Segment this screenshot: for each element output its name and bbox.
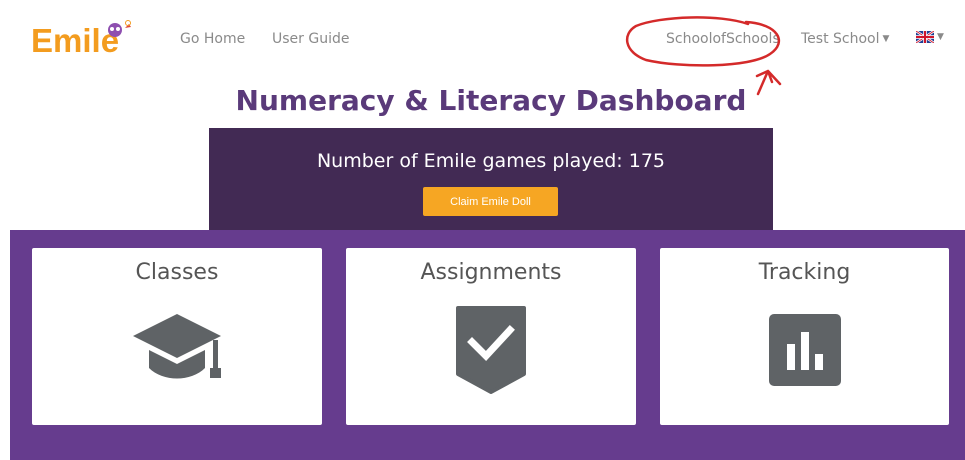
school-dropdown[interactable]: Test School ▼ [801,31,889,47]
tracking-card[interactable]: Tracking [660,248,949,425]
school-dropdown-label: Test School [801,31,880,47]
tracking-card-title: Tracking [758,260,851,285]
checkmark-badge-icon [456,306,526,394]
emile-logo[interactable]: Emile [31,20,137,60]
assignments-card[interactable]: Assignments [346,248,636,425]
nav-user-guide[interactable]: User Guide [272,31,349,47]
language-dropdown[interactable]: ▼ [916,31,944,43]
claim-emile-doll-button[interactable]: Claim Emile Doll [423,187,558,216]
uk-flag-icon [916,31,934,43]
games-played-text: Number of Emile games played: 175 [316,150,666,172]
chevron-down-icon: ▼ [937,32,944,42]
assignments-card-title: Assignments [420,260,562,285]
classes-card[interactable]: Classes [32,248,322,425]
page-title: Numeracy & Literacy Dashboard [235,84,747,117]
chevron-down-icon: ▼ [882,34,890,44]
nav-go-home[interactable]: Go Home [180,31,245,47]
games-banner: Number of Emile games played: 175 Claim … [209,128,773,230]
bar-chart-icon [769,314,841,386]
classes-card-title: Classes [135,260,219,285]
nav-school-group[interactable]: SchoolofSchools [666,31,780,47]
graduation-cap-icon [133,314,221,379]
logo-text: Emile [31,22,119,59]
emile-logo-icon: Emile [31,20,131,59]
